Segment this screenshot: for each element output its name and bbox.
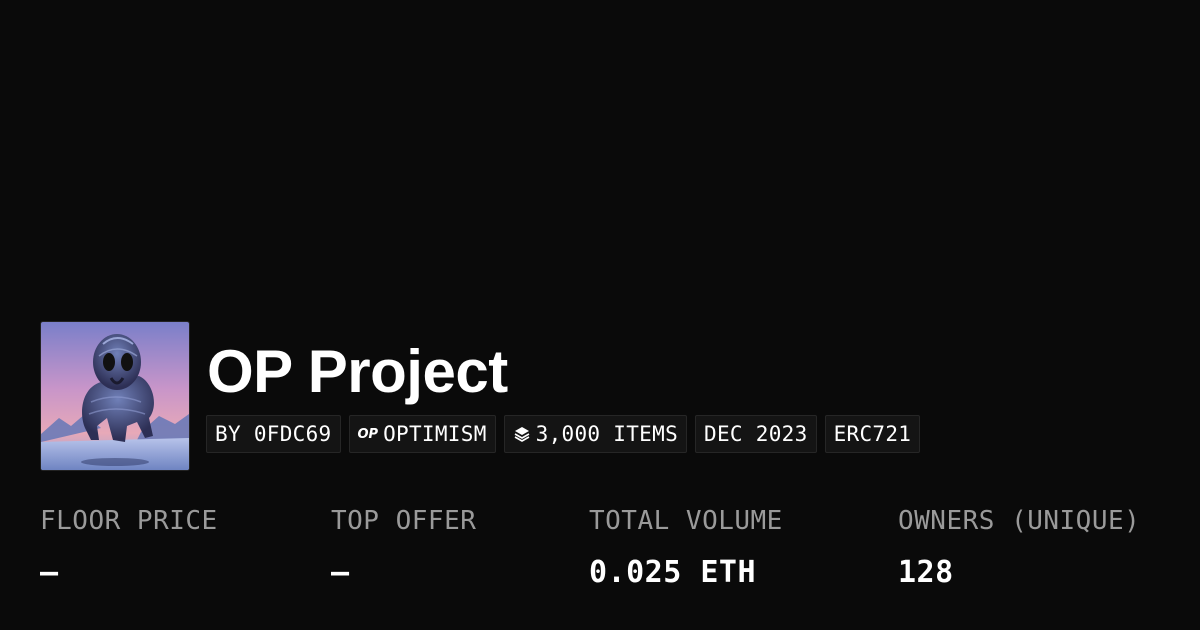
collection-title: OP Project xyxy=(207,338,508,405)
total-volume-value: 0.025 ETH xyxy=(589,555,757,590)
top-offer-label: TOP OFFER xyxy=(331,506,477,536)
owners-value: 128 xyxy=(898,555,954,590)
chain-label: OPTIMISM xyxy=(383,422,487,446)
collection-avatar-image xyxy=(41,322,189,470)
owners-label: OWNERS (UNIQUE) xyxy=(898,506,1141,536)
collection-avatar[interactable] xyxy=(40,321,190,471)
owners-stat: OWNERS (UNIQUE) 128 xyxy=(898,505,1140,591)
floor-price-stat: FLOOR PRICE – xyxy=(40,505,218,591)
floor-price-value: – xyxy=(40,555,59,590)
chain-pill[interactable]: OP OPTIMISM xyxy=(348,415,496,453)
date-label: DEC 2023 xyxy=(704,422,808,446)
optimism-logo-icon: OP xyxy=(357,426,379,442)
total-volume-label: TOTAL VOLUME xyxy=(589,506,783,536)
collection-stats: FLOOR PRICE – TOP OFFER – TOTAL VOLUME 0… xyxy=(0,505,1200,605)
standard-label: ERC721 xyxy=(833,422,912,446)
collection-card: OP Project BY 0FDC69 OP OPTIMISM 3,000 I… xyxy=(0,0,1200,630)
items-count-label: 3,000 ITEMS xyxy=(535,422,679,446)
total-volume-stat: TOTAL VOLUME 0.025 ETH xyxy=(589,505,783,591)
floor-price-label: FLOOR PRICE xyxy=(40,506,218,536)
collection-meta-pills: BY 0FDC69 OP OPTIMISM 3,000 ITEMS DEC 20… xyxy=(206,415,921,453)
standard-pill: ERC721 xyxy=(824,415,921,453)
creator-pill[interactable]: BY 0FDC69 xyxy=(206,415,341,453)
layers-icon xyxy=(513,425,531,443)
items-pill[interactable]: 3,000 ITEMS xyxy=(503,415,688,453)
date-pill: DEC 2023 xyxy=(695,415,817,453)
top-offer-value: – xyxy=(331,555,350,590)
top-offer-stat: TOP OFFER – xyxy=(331,505,476,591)
creator-label: BY 0FDC69 xyxy=(215,422,332,446)
